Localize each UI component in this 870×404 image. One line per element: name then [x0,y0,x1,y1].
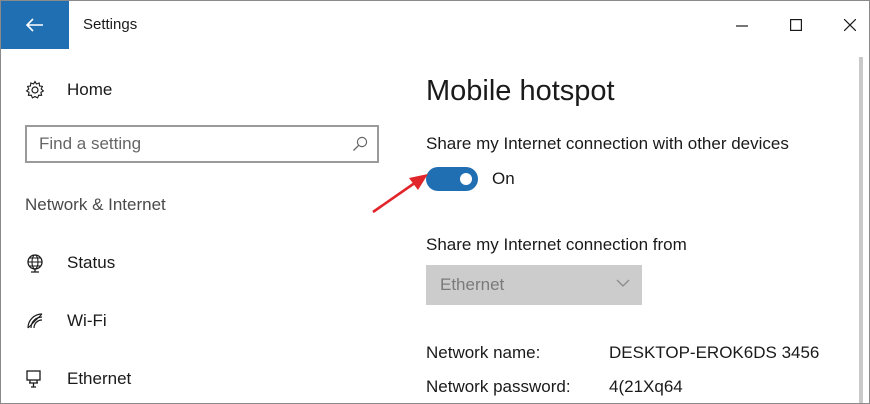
sidebar-item-label: Ethernet [67,369,132,388]
title-bar: Settings [1,1,869,49]
gear-icon [25,79,55,101]
close-button[interactable] [823,1,870,49]
dropdown-selected-value: Ethernet [440,275,505,294]
sidebar-item-home[interactable]: Home [25,79,112,101]
minimize-button[interactable] [715,1,769,49]
chevron-down-icon [616,279,630,287]
minimize-icon [736,25,748,27]
search-icon[interactable] [351,135,369,153]
sidebar-item-label: Wi-Fi [67,311,107,330]
close-icon [844,19,856,31]
share-from-label: Share my Internet connection from [426,235,687,254]
search-input[interactable] [39,133,339,155]
maximize-button[interactable] [769,1,823,49]
sidebar-item-label: Status [67,253,116,272]
share-connection-label: Share my Internet connection with other … [426,134,789,153]
settings-window: Settings Home Find a setting Network & I… [0,0,870,404]
share-from-dropdown[interactable]: Ethernet [426,265,642,305]
scrollbar[interactable] [859,57,863,403]
network-password-value: 4(21Xq64 [609,377,683,396]
toggle-state-label: On [492,169,515,188]
maximize-icon [790,19,802,31]
sidebar-item-status[interactable]: Status [25,252,115,274]
sidebar-section-label: Network & Internet [25,195,166,214]
network-password-label: Network password: [426,377,571,396]
globe-icon [25,252,55,274]
sidebar-item-wifi[interactable]: Wi-Fi [25,310,107,332]
sidebar-item-ethernet[interactable]: Ethernet [25,368,131,390]
network-name-label: Network name: [426,343,541,362]
wifi-icon [25,310,55,332]
hotspot-toggle[interactable] [426,167,478,191]
back-button[interactable] [1,1,69,49]
window-title: Settings [83,16,138,33]
page-title: Mobile hotspot [426,75,615,107]
sidebar-item-label: Home [67,80,113,99]
search-box[interactable] [25,125,379,163]
ethernet-icon [25,368,55,390]
network-name-value: DESKTOP-EROK6DS 3456 [609,343,820,362]
toggle-knob [460,173,472,185]
back-arrow-icon [26,18,43,32]
